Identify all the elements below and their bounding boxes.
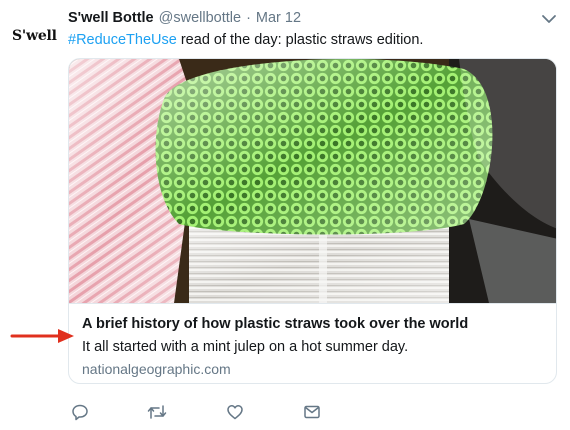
card-domain: nationalgeographic.com (82, 361, 231, 377)
tweet[interactable]: S'well S'well Bottle @swellbottle · Mar … (0, 0, 570, 430)
tweet-actions (68, 400, 338, 424)
chevron-down-icon[interactable] (540, 12, 558, 26)
reply-icon[interactable] (68, 400, 92, 424)
tweet-text-body: read of the day: plastic straws edition. (176, 32, 424, 48)
tweet-date[interactable]: Mar 12 (256, 8, 301, 28)
tweet-header: S'well Bottle @swellbottle · Mar 12 (68, 8, 530, 28)
user-handle[interactable]: @swellbottle (159, 8, 241, 28)
retweet-icon[interactable] (145, 400, 169, 424)
link-card[interactable]: A brief history of how plastic straws to… (68, 58, 557, 384)
hashtag-link[interactable]: #ReduceTheUse (68, 32, 177, 48)
red-arrow-annotation (10, 326, 76, 346)
direct-message-icon[interactable] (300, 400, 324, 424)
like-icon[interactable] (223, 400, 247, 424)
avatar[interactable]: S'well (12, 24, 58, 48)
display-name[interactable]: S'well Bottle (68, 8, 154, 28)
card-title[interactable]: A brief history of how plastic straws to… (82, 315, 543, 334)
card-description: It all started with a mint julep on a ho… (82, 339, 409, 355)
separator-dot: · (246, 10, 251, 26)
card-body: A brief history of how plastic straws to… (69, 303, 556, 383)
tweet-text: #ReduceTheUse read of the day: plastic s… (68, 30, 558, 50)
card-image[interactable] (69, 59, 557, 303)
